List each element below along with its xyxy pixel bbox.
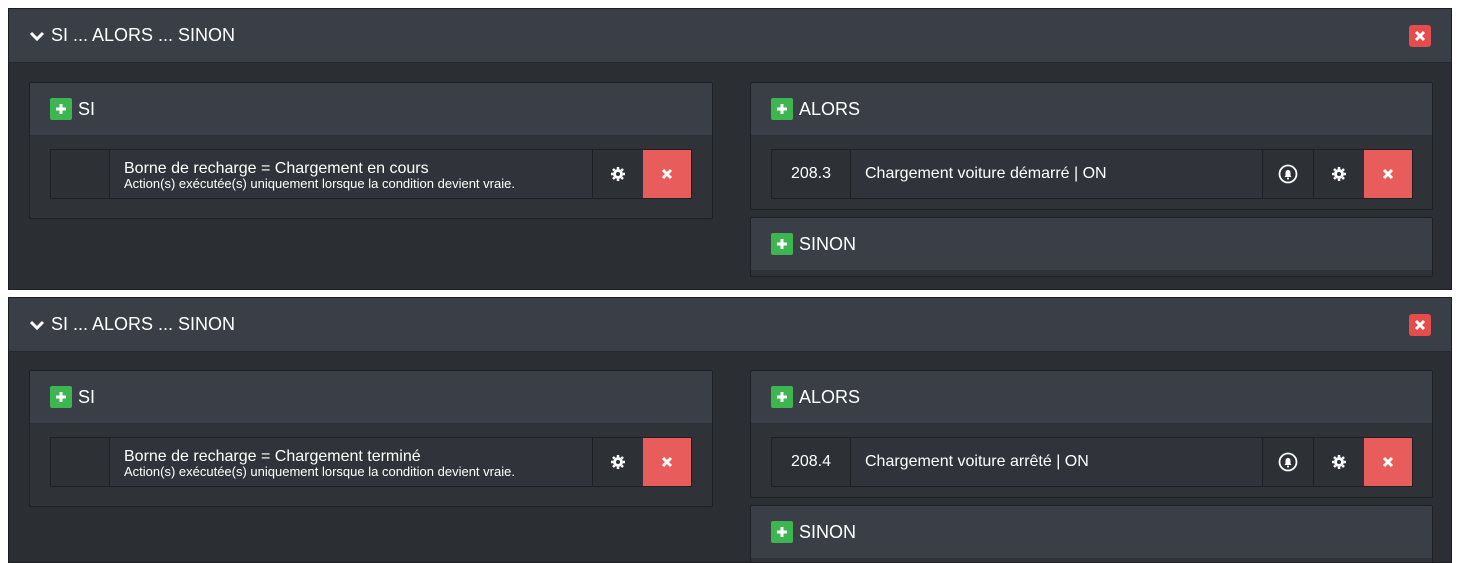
block-header: SI ... ALORS ... SINON bbox=[9, 298, 1451, 352]
condition-settings-button[interactable] bbox=[592, 438, 643, 486]
condition-text[interactable]: Borne de recharge = Chargement en cours … bbox=[110, 150, 592, 198]
notification-button[interactable] bbox=[1262, 438, 1313, 486]
si-label: SI bbox=[78, 386, 96, 407]
action-id: 208.4 bbox=[772, 438, 851, 486]
block-toggle[interactable]: SI ... ALORS ... SINON bbox=[29, 298, 235, 351]
gear-icon bbox=[1331, 454, 1347, 470]
sinon-label: SINON bbox=[799, 521, 857, 542]
action-settings-button[interactable] bbox=[1313, 150, 1364, 198]
condition-note: Action(s) exécutée(s) uniquement lorsque… bbox=[124, 464, 515, 479]
block-header: SI ... ALORS ... SINON bbox=[9, 9, 1451, 63]
if-then-else-block: SI ... ALORS ... SINON SI Borne de recha… bbox=[8, 297, 1452, 563]
delete-condition-button[interactable] bbox=[643, 438, 691, 486]
sinon-panel-header: SINON bbox=[751, 218, 1432, 270]
si-label: SI bbox=[78, 98, 96, 119]
chevron-down-icon[interactable] bbox=[29, 28, 45, 44]
sinon-panel: SINON bbox=[750, 505, 1433, 562]
alors-panel: ALORS 208.3 Chargement voiture démarré |… bbox=[750, 82, 1433, 210]
si-panel-header: SI bbox=[30, 83, 712, 135]
add-action-button[interactable] bbox=[771, 386, 793, 408]
sinon-label: SINON bbox=[799, 233, 857, 254]
condition-handle[interactable] bbox=[51, 438, 110, 486]
bell-icon bbox=[1278, 452, 1298, 472]
alors-label: ALORS bbox=[799, 98, 861, 119]
sinon-panel: SINON bbox=[750, 217, 1433, 277]
delete-condition-button[interactable] bbox=[643, 150, 691, 198]
alors-label: ALORS bbox=[799, 386, 861, 407]
action-id: 208.3 bbox=[772, 150, 851, 198]
gear-icon bbox=[610, 454, 626, 470]
alors-panel-header: ALORS bbox=[751, 83, 1432, 135]
action-settings-button[interactable] bbox=[1313, 438, 1364, 486]
close-icon bbox=[661, 168, 673, 180]
action-row: 208.4 Chargement voiture arrêté | ON bbox=[771, 437, 1413, 487]
alors-panel-header: ALORS bbox=[751, 371, 1432, 423]
action-row: 208.3 Chargement voiture démarré | ON bbox=[771, 149, 1413, 199]
action-text[interactable]: Chargement voiture démarré | ON bbox=[851, 150, 1262, 198]
add-else-action-button[interactable] bbox=[771, 233, 793, 255]
delete-action-button[interactable] bbox=[1364, 438, 1412, 486]
condition-title: Borne de recharge = Chargement en cours bbox=[124, 160, 429, 177]
delete-block-button[interactable] bbox=[1409, 314, 1431, 336]
close-icon bbox=[661, 456, 673, 468]
plus-icon bbox=[776, 103, 788, 115]
close-icon bbox=[1382, 168, 1394, 180]
condition-text[interactable]: Borne de recharge = Chargement terminé A… bbox=[110, 438, 592, 486]
notification-button[interactable] bbox=[1262, 150, 1313, 198]
add-condition-button[interactable] bbox=[50, 98, 72, 120]
condition-settings-button[interactable] bbox=[592, 150, 643, 198]
plus-icon bbox=[776, 526, 788, 538]
alors-panel: ALORS 208.4 Chargement voiture arrêté | … bbox=[750, 370, 1433, 498]
condition-note: Action(s) exécutée(s) uniquement lorsque… bbox=[124, 176, 515, 191]
gear-icon bbox=[610, 166, 626, 182]
add-condition-button[interactable] bbox=[50, 386, 72, 408]
plus-icon bbox=[55, 391, 67, 403]
condition-row: Borne de recharge = Chargement terminé A… bbox=[50, 437, 692, 487]
si-panel: SI Borne de recharge = Chargement termin… bbox=[29, 370, 713, 507]
bell-icon bbox=[1278, 164, 1298, 184]
plus-icon bbox=[776, 238, 788, 250]
condition-row: Borne de recharge = Chargement en cours … bbox=[50, 149, 692, 199]
condition-handle[interactable] bbox=[51, 150, 110, 198]
if-then-else-block: SI ... ALORS ... SINON SI Borne de recha… bbox=[8, 8, 1452, 290]
plus-icon bbox=[776, 391, 788, 403]
gear-icon bbox=[1331, 166, 1347, 182]
close-icon bbox=[1382, 456, 1394, 468]
add-else-action-button[interactable] bbox=[771, 521, 793, 543]
sinon-panel-header: SINON bbox=[751, 506, 1432, 558]
delete-action-button[interactable] bbox=[1364, 150, 1412, 198]
add-action-button[interactable] bbox=[771, 98, 793, 120]
action-text[interactable]: Chargement voiture arrêté | ON bbox=[851, 438, 1262, 486]
si-panel-header: SI bbox=[30, 371, 712, 423]
chevron-down-icon[interactable] bbox=[29, 317, 45, 333]
si-panel: SI Borne de recharge = Chargement en cou… bbox=[29, 82, 713, 219]
block-title: SI ... ALORS ... SINON bbox=[51, 314, 236, 334]
block-toggle[interactable]: SI ... ALORS ... SINON bbox=[29, 9, 235, 62]
close-icon bbox=[1414, 30, 1426, 42]
block-title: SI ... ALORS ... SINON bbox=[51, 25, 236, 45]
delete-block-button[interactable] bbox=[1409, 25, 1431, 47]
close-icon bbox=[1414, 319, 1426, 331]
condition-title: Borne de recharge = Chargement terminé bbox=[124, 448, 421, 465]
plus-icon bbox=[55, 103, 67, 115]
scenario-editor: SI ... ALORS ... SINON SI Borne de recha… bbox=[0, 0, 1463, 563]
